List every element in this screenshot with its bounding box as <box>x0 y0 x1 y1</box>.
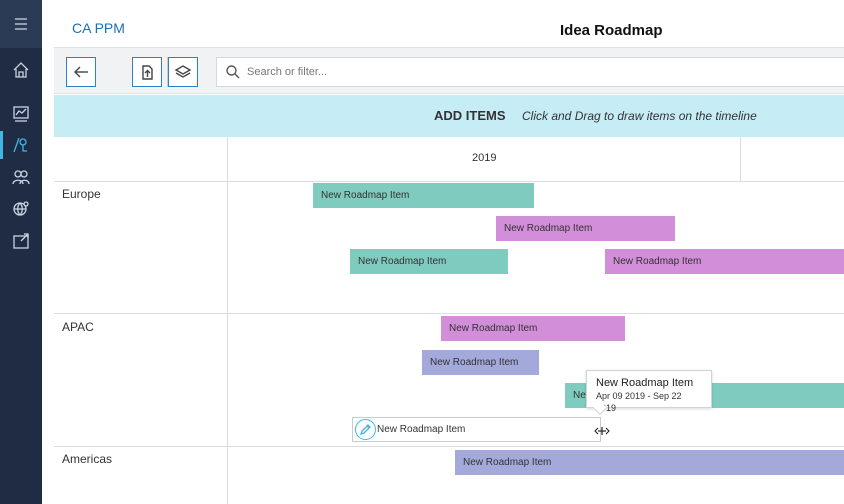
tooltip-title: New Roadmap Item <box>596 377 694 389</box>
layers-icon <box>174 65 192 78</box>
group-column-divider <box>227 137 228 504</box>
search-box <box>216 57 844 87</box>
group-divider <box>54 313 844 314</box>
arrow-left-icon <box>74 66 88 78</box>
group-label-apac: APAC <box>62 320 94 334</box>
year-divider <box>740 137 741 181</box>
roadmap-item-bar[interactable]: New Roadmap Item <box>441 316 625 341</box>
page-title: Idea Roadmap <box>560 22 663 39</box>
year-label: 2019 <box>472 152 497 164</box>
tooltip-dates: Apr 09 2019 - Sep 22 2019 <box>596 391 682 413</box>
item-tooltip: New Roadmap Item Apr 09 2019 - Sep 22 20… <box>586 370 712 416</box>
roadmap-item-bar[interactable]: New Roadmap Item <box>455 450 844 475</box>
resources-icon[interactable] <box>0 163 42 191</box>
search-icon <box>226 65 240 79</box>
layers-button[interactable] <box>168 57 198 87</box>
export-button[interactable] <box>132 57 162 87</box>
brand-name[interactable]: CA PPM <box>72 20 125 36</box>
header-row-divider <box>54 181 844 182</box>
home-icon[interactable] <box>0 56 42 84</box>
dashboard-icon[interactable] <box>0 100 42 128</box>
back-button[interactable] <box>66 57 96 87</box>
roadmap-item-bar[interactable]: New Roadmap Item <box>313 183 534 208</box>
new-roadmap-item-draft[interactable]: New Roadmap Item <box>352 417 601 442</box>
menu-icon[interactable] <box>0 10 42 38</box>
edit-icon[interactable] <box>355 419 376 440</box>
banner-hint: Click and Drag to draw items on the time… <box>522 109 757 123</box>
roadmap-item-bar[interactable]: New Roadmap Item <box>496 216 675 241</box>
nav-rail <box>0 0 42 504</box>
new-item-label: New Roadmap Item <box>377 424 466 435</box>
group-label-americas: Americas <box>62 452 113 466</box>
roadmap-item-bar[interactable]: New Roadmap Item <box>350 249 508 274</box>
search-input[interactable] <box>247 58 827 86</box>
roadmap-item-bar[interactable]: New Roadmap Item <box>605 249 844 274</box>
export-icon <box>142 65 153 80</box>
group-divider <box>54 446 844 447</box>
group-label-europe: Europe <box>62 187 101 201</box>
inbox-icon[interactable] <box>0 227 42 255</box>
roadmap-item-bar[interactable]: New Roadmap Item <box>422 350 539 375</box>
add-items-banner: ADD ITEMS Click and Drag to draw items o… <box>54 95 844 137</box>
banner-title: ADD ITEMS <box>434 108 506 123</box>
global-icon[interactable] <box>0 195 42 223</box>
resize-handle-icon[interactable] <box>591 424 613 436</box>
toolbar <box>54 47 844 94</box>
roadmap-icon[interactable] <box>0 131 42 159</box>
